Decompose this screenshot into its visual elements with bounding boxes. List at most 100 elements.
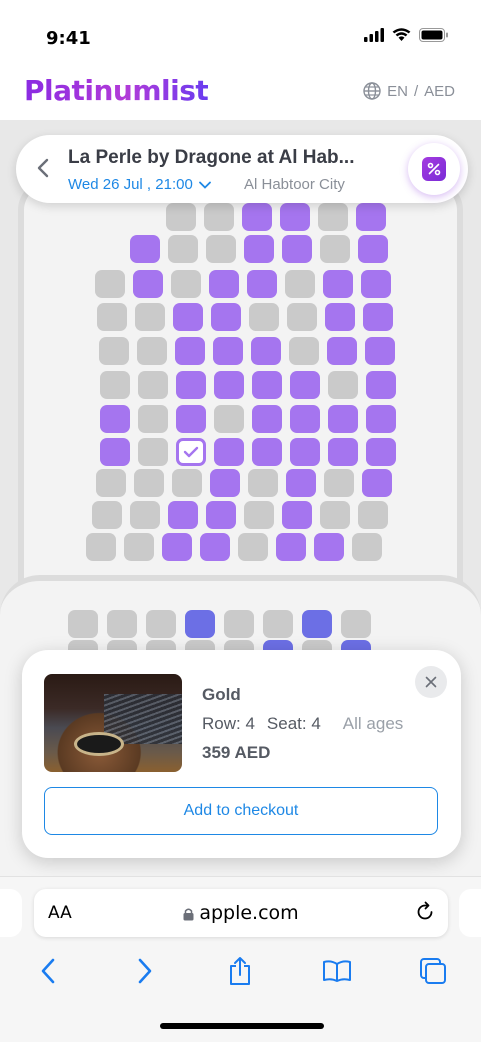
seat-available[interactable] bbox=[327, 337, 357, 365]
seat-available[interactable] bbox=[290, 438, 320, 466]
event-header-card: La Perle by Dragone at Al Hab... Wed 26 … bbox=[16, 135, 468, 203]
seat-unavailable bbox=[320, 235, 350, 263]
reload-icon[interactable] bbox=[414, 901, 436, 928]
seat-unavailable bbox=[68, 610, 98, 638]
wifi-icon bbox=[392, 28, 411, 41]
seat-unavailable bbox=[172, 469, 202, 497]
seat-available[interactable] bbox=[210, 469, 240, 497]
seat-available[interactable] bbox=[302, 610, 332, 638]
close-button[interactable] bbox=[415, 666, 447, 698]
seat-unavailable bbox=[324, 469, 354, 497]
add-to-checkout-button[interactable]: Add to checkout bbox=[44, 787, 438, 835]
seat-available[interactable] bbox=[328, 405, 358, 433]
seat-available[interactable] bbox=[133, 270, 163, 298]
seat-available[interactable] bbox=[290, 405, 320, 433]
seat-available[interactable] bbox=[244, 235, 274, 263]
close-icon bbox=[425, 676, 437, 688]
seat-available[interactable] bbox=[130, 235, 160, 263]
seat-available[interactable] bbox=[366, 438, 396, 466]
seat-available[interactable] bbox=[211, 303, 241, 331]
language-label: EN bbox=[387, 82, 408, 100]
seat-available[interactable] bbox=[252, 371, 282, 399]
nav-back-icon[interactable] bbox=[28, 951, 68, 991]
seat-unavailable bbox=[138, 371, 168, 399]
seat-unavailable bbox=[244, 501, 274, 529]
seat-available[interactable] bbox=[242, 203, 272, 231]
seat-available[interactable] bbox=[280, 203, 310, 231]
seat-available[interactable] bbox=[185, 610, 215, 638]
seat-available[interactable] bbox=[314, 533, 344, 561]
seat-unavailable bbox=[100, 371, 130, 399]
promo-button[interactable] bbox=[408, 143, 460, 195]
seat-available[interactable] bbox=[209, 270, 239, 298]
brand-logo[interactable]: Platinumlist bbox=[24, 74, 209, 107]
status-bar: 9:41 bbox=[0, 0, 481, 70]
nav-forward-icon[interactable] bbox=[125, 951, 165, 991]
seat-unavailable bbox=[135, 303, 165, 331]
seat-unavailable bbox=[166, 203, 196, 231]
seat-available[interactable] bbox=[175, 337, 205, 365]
seat-available[interactable] bbox=[206, 501, 236, 529]
seat-available[interactable] bbox=[290, 371, 320, 399]
language-currency-selector[interactable]: EN / AED bbox=[363, 82, 455, 100]
prev-tab-peek[interactable] bbox=[0, 889, 22, 937]
seat-available[interactable] bbox=[251, 337, 281, 365]
seat-unavailable bbox=[214, 405, 244, 433]
seat-available[interactable] bbox=[282, 501, 312, 529]
seat-unavailable bbox=[137, 337, 167, 365]
url-display[interactable]: apple.com bbox=[34, 902, 448, 924]
seat-unavailable bbox=[249, 303, 279, 331]
seat-available[interactable] bbox=[162, 533, 192, 561]
seat-unavailable bbox=[341, 610, 371, 638]
seat-available[interactable] bbox=[276, 533, 306, 561]
seat-available[interactable] bbox=[328, 438, 358, 466]
seat-available[interactable] bbox=[100, 405, 130, 433]
seat-available[interactable] bbox=[366, 405, 396, 433]
seat-available[interactable] bbox=[252, 438, 282, 466]
seat-available[interactable] bbox=[282, 235, 312, 263]
seat-available[interactable] bbox=[173, 303, 203, 331]
bookmarks-icon[interactable] bbox=[317, 951, 357, 991]
seat-unavailable bbox=[171, 270, 201, 298]
seat-available[interactable] bbox=[176, 371, 206, 399]
tabs-icon[interactable] bbox=[413, 951, 453, 991]
battery-icon bbox=[419, 28, 448, 42]
seat-available[interactable] bbox=[361, 270, 391, 298]
seat-available[interactable] bbox=[363, 303, 393, 331]
address-bar[interactable]: AA apple.com bbox=[34, 889, 448, 937]
seat-available[interactable] bbox=[214, 438, 244, 466]
seat-unavailable bbox=[358, 501, 388, 529]
seat-available[interactable] bbox=[168, 501, 198, 529]
seat-available[interactable] bbox=[325, 303, 355, 331]
seat-available[interactable] bbox=[213, 337, 243, 365]
seat-available[interactable] bbox=[176, 405, 206, 433]
seat-unavailable bbox=[138, 405, 168, 433]
separator: / bbox=[413, 82, 419, 100]
seat-available[interactable] bbox=[200, 533, 230, 561]
seat-available[interactable] bbox=[366, 371, 396, 399]
seat-available[interactable] bbox=[356, 203, 386, 231]
seat-available[interactable] bbox=[365, 337, 395, 365]
seat-available[interactable] bbox=[214, 371, 244, 399]
next-tab-peek[interactable] bbox=[459, 889, 481, 937]
seat-available[interactable] bbox=[362, 469, 392, 497]
seat-available[interactable] bbox=[100, 438, 130, 466]
seat-unavailable bbox=[99, 337, 129, 365]
share-icon[interactable] bbox=[220, 951, 260, 991]
seat-unavailable bbox=[168, 235, 198, 263]
promo-percent-icon bbox=[422, 157, 446, 181]
back-chevron-icon[interactable] bbox=[36, 157, 50, 184]
seat-unavailable bbox=[352, 533, 382, 561]
seat-unavailable bbox=[92, 501, 122, 529]
seat-available[interactable] bbox=[247, 270, 277, 298]
seat-selected[interactable] bbox=[176, 438, 206, 466]
seat-age: All ages bbox=[342, 714, 404, 733]
seat-available[interactable] bbox=[323, 270, 353, 298]
seat-available[interactable] bbox=[252, 405, 282, 433]
seat-available[interactable] bbox=[286, 469, 316, 497]
seat-unavailable bbox=[248, 469, 278, 497]
event-date-selector[interactable]: Wed 26 Jul , 21:00 bbox=[68, 176, 211, 193]
seat-unavailable bbox=[289, 337, 319, 365]
seat-row: Row: 4 bbox=[202, 714, 255, 733]
seat-available[interactable] bbox=[358, 235, 388, 263]
